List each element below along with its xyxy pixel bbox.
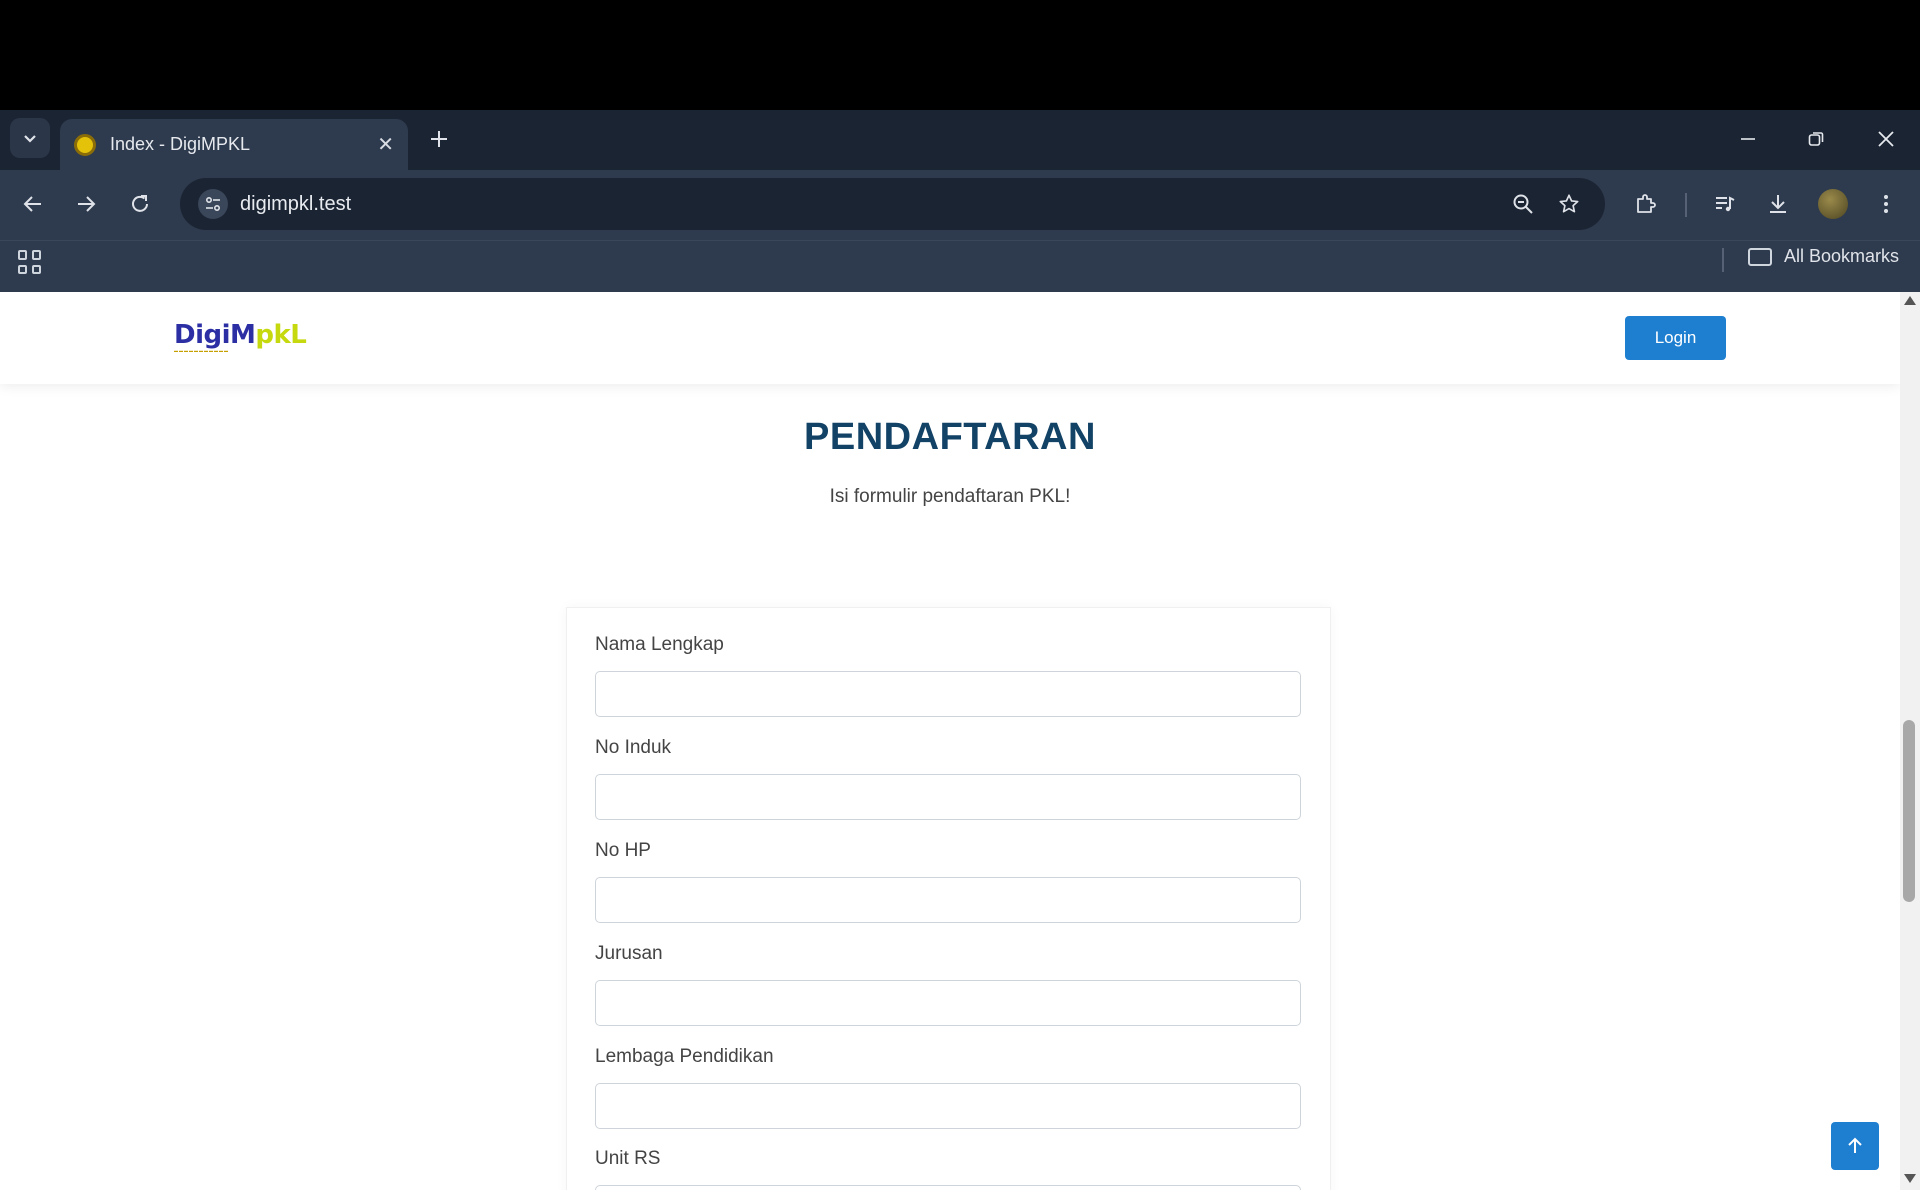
screen-top-bar xyxy=(0,0,1920,110)
forward-icon xyxy=(78,196,96,212)
no-induk-input[interactable] xyxy=(595,774,1301,820)
scroll-to-top-button[interactable] xyxy=(1831,1122,1879,1170)
media-button[interactable] xyxy=(1707,186,1743,222)
restore-icon xyxy=(1808,132,1824,146)
site-header: DigiMpkL ▬▬▬▬▬▬▬▬▬▬▬ Login xyxy=(0,292,1900,384)
unit-rs-input[interactable] xyxy=(595,1185,1301,1190)
window-close-icon xyxy=(1878,131,1894,147)
tab-title: Index - DigiMPKL xyxy=(110,134,251,154)
field-label-no-induk: No Induk xyxy=(595,737,672,758)
browser-tab-active[interactable]: Index - DigiMPKL ✕ xyxy=(60,119,408,170)
all-bookmarks-button[interactable]: All Bookmarks xyxy=(1748,246,1899,267)
field-label-no-hp: No HP xyxy=(595,840,651,861)
login-button[interactable]: Login xyxy=(1625,316,1726,360)
reload-button[interactable] xyxy=(122,186,158,222)
all-bookmarks-label: All Bookmarks xyxy=(1784,246,1900,266)
scroll-down-arrow[interactable] xyxy=(1904,1174,1916,1183)
restore-button[interactable] xyxy=(1796,124,1836,154)
more-vertical-icon xyxy=(1884,195,1888,213)
field-label-jurusan: Jurusan xyxy=(595,943,663,964)
logo-text-m: M xyxy=(230,320,256,350)
menu-button[interactable] xyxy=(1868,186,1904,222)
nama-lengkap-input[interactable] xyxy=(595,671,1301,717)
logo-text-pkl: pkL xyxy=(255,320,307,350)
page-title: PENDAFTARAN xyxy=(804,416,1096,458)
minimize-icon xyxy=(1741,138,1755,140)
profile-avatar[interactable] xyxy=(1818,189,1848,219)
site-logo[interactable]: DigiMpkL ▬▬▬▬▬▬▬▬▬▬▬ xyxy=(174,320,307,360)
bookmarks-divider xyxy=(1722,248,1724,272)
no-hp-input[interactable] xyxy=(595,877,1301,923)
favicon-icon xyxy=(74,133,96,156)
tab-list-icon xyxy=(24,135,36,143)
minimize-button[interactable] xyxy=(1728,124,1768,154)
jurusan-input[interactable] xyxy=(595,980,1301,1026)
window-close-button[interactable] xyxy=(1866,124,1906,154)
extensions-icon xyxy=(1637,194,1656,213)
arrow-up-icon xyxy=(1848,1137,1862,1153)
scroll-up-arrow[interactable] xyxy=(1904,296,1916,305)
scrollbar-thumb[interactable] xyxy=(1903,720,1915,902)
close-icon[interactable]: ✕ xyxy=(377,132,394,157)
zoom-out-icon[interactable] xyxy=(1505,186,1541,222)
url-text[interactable]: digimpkl.test xyxy=(240,193,1495,216)
back-button[interactable] xyxy=(15,186,51,222)
field-label-unit-rs: Unit RS xyxy=(595,1148,661,1169)
lembaga-pendidikan-input[interactable] xyxy=(595,1083,1301,1129)
apps-icon[interactable] xyxy=(18,250,42,274)
field-label-lembaga-pendidikan: Lembaga Pendidikan xyxy=(595,1046,774,1067)
forward-button[interactable] xyxy=(68,186,104,222)
toolbar-divider xyxy=(1685,193,1687,217)
reload-icon xyxy=(132,195,148,212)
page-subtitle: Isi formulir pendaftaran PKL! xyxy=(829,486,1071,507)
extensions-button[interactable] xyxy=(1628,186,1664,222)
address-bar[interactable]: digimpkl.test xyxy=(180,178,1605,230)
tab-list-button[interactable] xyxy=(10,118,50,158)
download-icon xyxy=(1770,195,1786,213)
folder-icon xyxy=(1748,247,1772,266)
new-tab-button[interactable] xyxy=(424,124,454,154)
site-info-icon[interactable] xyxy=(198,189,228,219)
back-icon xyxy=(23,196,41,212)
bookmarks-bar xyxy=(0,240,1920,292)
download-button[interactable] xyxy=(1760,186,1796,222)
field-label-nama-lengkap: Nama Lengkap xyxy=(595,634,724,655)
star-icon[interactable] xyxy=(1551,186,1587,222)
plus-icon xyxy=(431,131,447,147)
media-icon xyxy=(1716,196,1735,212)
page-viewport: DigiMpkL ▬▬▬▬▬▬▬▬▬▬▬ Login PENDAFTARAN I… xyxy=(0,292,1920,1190)
logo-text-digi: Digi xyxy=(174,320,231,350)
